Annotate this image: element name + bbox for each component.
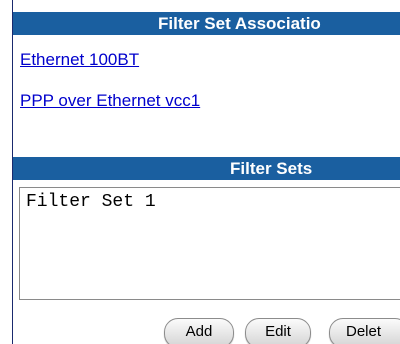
edit-button[interactable]: Edit: [245, 318, 311, 344]
association-link-pppoe[interactable]: PPP over Ethernet vcc1: [20, 91, 200, 111]
filter-config-panel: Filter Set Associatio Ethernet 100BT PPP…: [0, 0, 400, 344]
filter-sets-header: Filter Sets: [13, 157, 400, 180]
filter-set-option[interactable]: Filter Set 1: [26, 192, 156, 212]
association-link-ethernet[interactable]: Ethernet 100BT: [20, 50, 139, 70]
add-button[interactable]: Add: [164, 318, 234, 344]
filter-set-associations-header: Filter Set Associatio: [13, 12, 400, 35]
delete-button[interactable]: Delet: [329, 318, 400, 344]
filter-sets-listbox[interactable]: Filter Set 1: [19, 187, 400, 300]
